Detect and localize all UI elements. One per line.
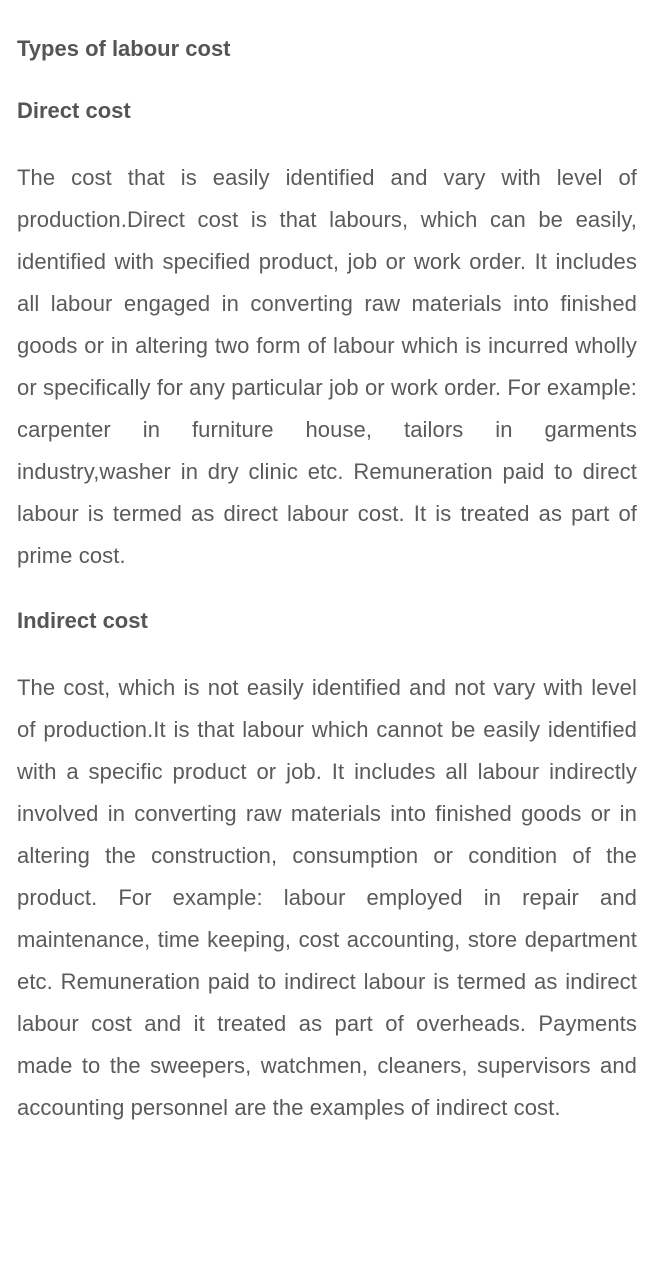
section-heading-direct-cost: Direct cost	[17, 98, 131, 123]
article-content: Types of labour cost Direct cost The cos…	[0, 0, 668, 1129]
section-heading-indirect-cost: Indirect cost	[17, 608, 148, 633]
page-title: Types of labour cost	[17, 36, 231, 61]
section-body-indirect-cost: The cost, which is not easily identified…	[17, 675, 637, 1120]
section-body-direct-cost: The cost that is easily identified and v…	[17, 165, 637, 568]
